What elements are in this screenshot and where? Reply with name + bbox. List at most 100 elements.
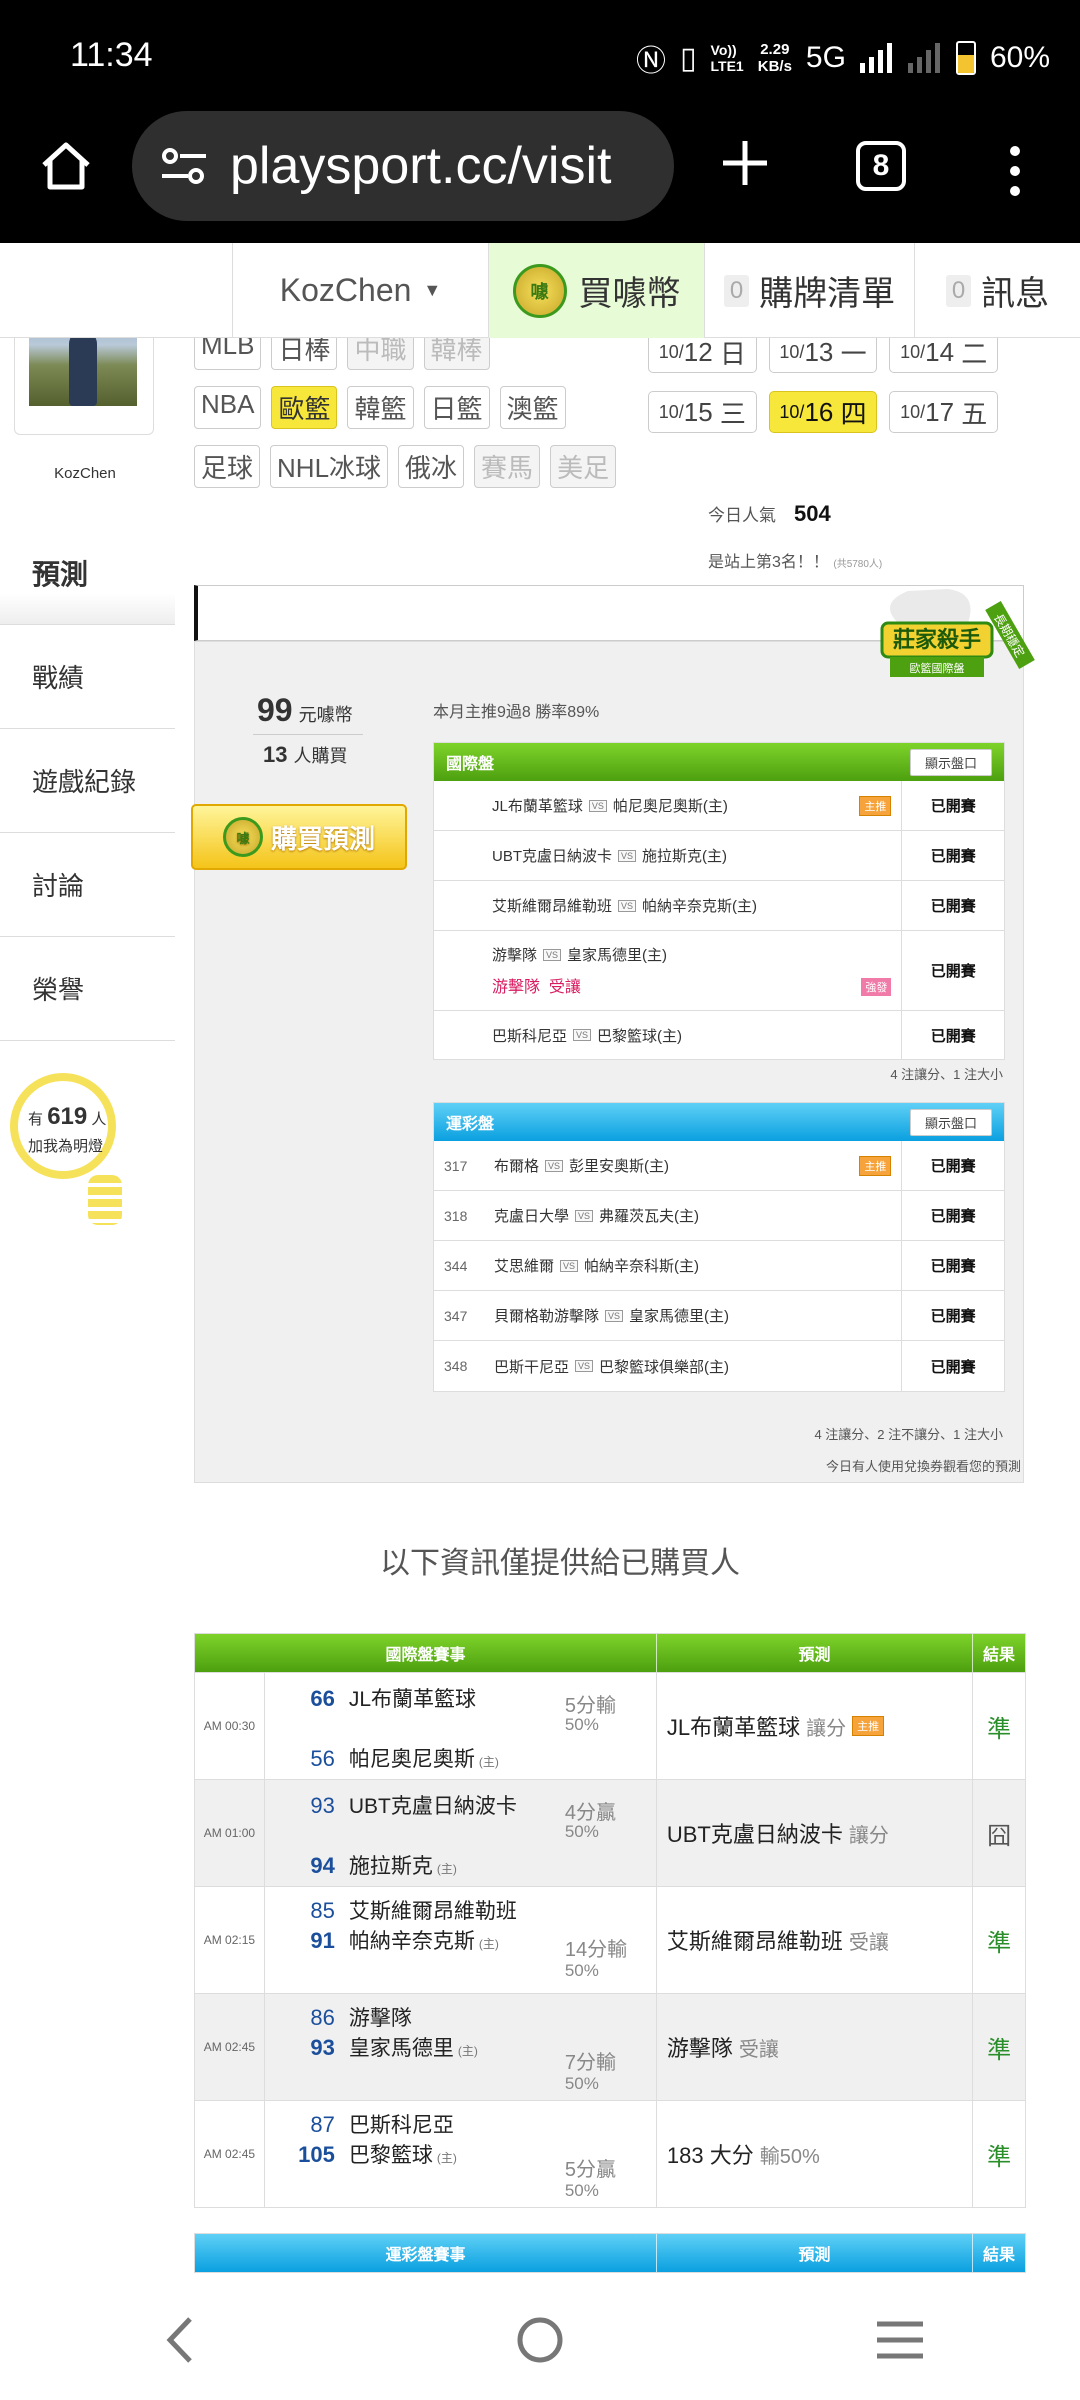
prediction-type: 受讓 (848, 1931, 889, 1954)
network-type: 5G (805, 41, 846, 74)
game-matchup: JL布蘭革籃球 VS 帕尼奧尼奧斯(主) 主推 (434, 781, 903, 830)
fans-suffix: 人 (91, 1111, 107, 1128)
home-score: 91 (310, 1928, 335, 1953)
spread-odds: 50% (564, 1822, 599, 1841)
sidebar-item-discussion[interactable]: 討論 (0, 833, 175, 937)
prediction-cell: 183 大分 輸50% (657, 2101, 974, 2207)
away-line: 87 巴斯科尼亞 (265, 2109, 454, 2139)
main-pick-badge: 主推 (852, 1716, 885, 1736)
purchase-list-button[interactable]: 0 購牌清單 (704, 243, 914, 338)
more-options-icon[interactable] (1000, 141, 1030, 201)
away-team: UBT克盧日納波卡 (348, 1795, 517, 1818)
away-team: 巴斯科尼亞 (492, 1027, 568, 1045)
game-matchup: 游擊隊 VS 皇家馬德里(主) 游擊隊 受讓 強發 (434, 931, 903, 1010)
show-odds-button[interactable]: 顯示盤口 (909, 1108, 992, 1136)
results-header: 國際盤賽事 預測 結果 (195, 1634, 1025, 1672)
league-tab[interactable]: 澳籃 (499, 386, 566, 429)
back-button[interactable] (140, 2300, 220, 2380)
league-tab[interactable]: 日籃 (423, 386, 490, 429)
result-cell: 準 (987, 2036, 1012, 2064)
vs-icon: VS (588, 799, 607, 812)
game-status: 已開賽 (930, 1158, 976, 1175)
nfc-icon: Ⓝ (636, 45, 667, 78)
tab-switcher-button[interactable]: 8 (856, 141, 906, 191)
date-tab[interactable]: 10/15 三 (648, 391, 757, 433)
game-status: 已開賽 (930, 1208, 976, 1225)
profile-sidebar: KozChen 預測 戰績 遊戲紀錄 討論 榮譽 有 619 人 加我為明燈 (0, 243, 175, 2280)
sidebar-item-honors[interactable]: 榮譽 (0, 937, 175, 1041)
sidebar-item-predictions[interactable]: 預測 (0, 521, 175, 625)
web-page: KozChen ▼ 噱 買噱幣 0 購牌清單 0 訊息 KozChen 預測 戰… (0, 243, 1080, 2280)
pick-line: 游擊隊 受讓 (492, 973, 581, 997)
away-team: 巴斯科尼亞 (348, 2114, 454, 2137)
league-tab-selected[interactable]: 歐籃 (271, 386, 338, 429)
date-day: 16 (804, 396, 834, 427)
date-weekday: 一 (840, 338, 867, 369)
vs-icon: VS (605, 1309, 624, 1322)
popularity-label: 今日人氣 (708, 506, 776, 525)
away-team: 游擊隊 (492, 947, 538, 964)
game-time: AM 00:30 (195, 1673, 265, 1779)
home-icon[interactable] (36, 135, 96, 195)
prediction-price: 99 元噱幣 (257, 692, 353, 729)
vs-icon: VS (573, 1029, 592, 1041)
date-tab[interactable]: 10/17 五 (889, 391, 999, 433)
prediction-cell: UBT克盧日納波卡 讓分 (657, 1780, 974, 1886)
league-row-2: NBA 歐籃 韓籃 日籃 澳籃 (194, 386, 634, 429)
home-team: 皇家馬德里(主) (567, 947, 668, 964)
home-score: 56 (310, 1746, 335, 1771)
league-tab[interactable]: 韓籃 (347, 386, 414, 429)
vs-icon: VS (543, 948, 562, 961)
rank-total: (共5780人) (833, 559, 883, 570)
battery-icon (955, 41, 976, 75)
league-tab[interactable]: 美足 (550, 445, 617, 488)
game-number: 347 (444, 1307, 468, 1324)
league-tab[interactable]: NBA (194, 386, 262, 429)
spread-result: 5分贏 (564, 2159, 616, 2181)
away-team: JL布蘭革籃球 (492, 798, 583, 815)
user-menu[interactable]: KozChen ▼ (232, 243, 489, 338)
follow-lightbulb-button[interactable]: 有 619 人 加我為明燈 (10, 1073, 160, 1233)
username-label: KozChen (279, 272, 412, 308)
table-row: AM 02:45 86 游擊隊 93 皇家馬德里 (主) 7分輸 50% 游擊隊 受讓 … (195, 1993, 1025, 2100)
home-team: 帕納辛奈科斯(主) (584, 1258, 700, 1275)
site-settings-icon[interactable] (160, 146, 208, 186)
messages-button[interactable]: 0 訊息 (914, 243, 1080, 338)
main-pick-badge: 主推 (859, 795, 892, 816)
new-tab-icon[interactable] (715, 133, 775, 193)
game-status: 已開賽 (930, 1027, 976, 1045)
rank-text: 是站上第3名！！ (708, 554, 829, 571)
league-tab[interactable]: 俄冰 (398, 445, 465, 488)
spread-odds: 50% (564, 1961, 599, 1980)
address-bar[interactable]: playsport.cc/visit (132, 111, 674, 221)
buy-coins-button[interactable]: 噱 買噱幣 (489, 243, 704, 338)
buy-prediction-button[interactable]: 噱購買預測 (191, 804, 407, 870)
home-team: 帕尼奧尼奧斯(主) (612, 798, 728, 815)
intl-summary: 4 注讓分、1 注大小 (890, 1067, 1003, 1082)
prediction-type: 讓分 (848, 1824, 889, 1847)
popularity-value: 504 (794, 501, 831, 526)
away-team: 艾斯維爾昂維勒班 (348, 1900, 517, 1923)
home-nav-button[interactable] (500, 2300, 580, 2380)
recents-button[interactable] (860, 2300, 940, 2380)
home-team: 皇家馬德里 (348, 2037, 454, 2060)
game-status: 已開賽 (930, 1258, 976, 1275)
status-bar: 11:34 Ⓝ ▯ Vo)) LTE1 2.29 KB/s 5G 60% (0, 0, 1080, 105)
league-tab[interactable]: 賽馬 (474, 445, 541, 488)
date-tab-selected[interactable]: 10/16 四 (768, 391, 878, 433)
bookie-killer-badge: 莊家殺手 歐籃國際盤 長期穩定 (880, 589, 1035, 677)
sidebar-item-record[interactable]: 戰績 (0, 625, 175, 729)
league-tab[interactable]: NHL冰球 (270, 445, 389, 488)
date-month: 10/ (900, 341, 926, 362)
game-cell: 86 游擊隊 93 皇家馬德里 (主) 7分輸 50% (265, 1994, 657, 2100)
buyers-value: 13 (263, 742, 288, 767)
game-number: 317 (444, 1157, 468, 1174)
home-mark: (主) (436, 2151, 457, 2165)
col-header-prediction: 預測 (657, 2234, 974, 2272)
lottery-title: 運彩盤 (446, 1116, 495, 1133)
league-tab[interactable]: 足球 (194, 445, 261, 488)
show-odds-button[interactable]: 顯示盤口 (909, 748, 992, 776)
coin-icon: 噱 (512, 263, 567, 318)
sidebar-item-game-history[interactable]: 遊戲紀錄 (0, 729, 175, 833)
messages-label: 訊息 (981, 275, 1050, 313)
